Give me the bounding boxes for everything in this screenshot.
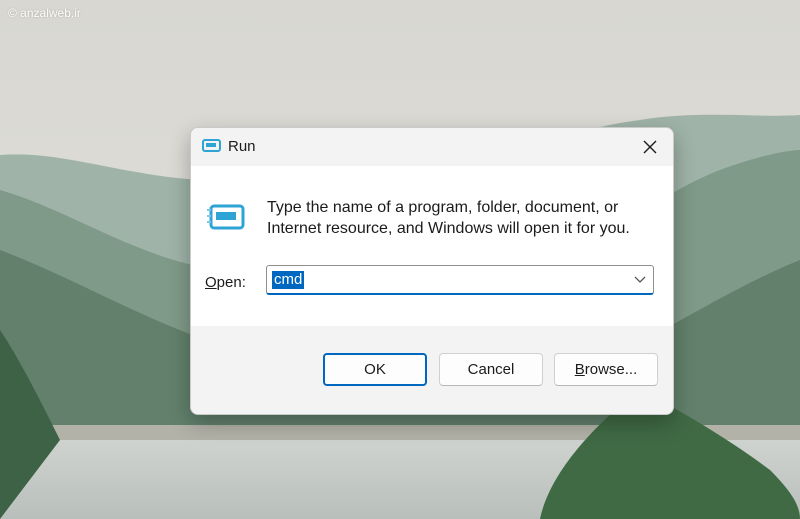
browse-button-label: rowse... xyxy=(584,361,638,378)
cancel-button[interactable]: Cancel xyxy=(439,353,543,386)
open-label-accelerator: O xyxy=(205,274,217,291)
open-input[interactable]: cmd xyxy=(272,271,305,289)
cancel-button-label: Cancel xyxy=(467,361,515,378)
ok-button-label: OK xyxy=(364,361,386,378)
chevron-down-icon[interactable] xyxy=(633,272,647,286)
dialog-title: Run xyxy=(228,138,256,155)
run-dialog: Run Type the name of a program, folder, … xyxy=(190,127,674,415)
open-label-text: pen: xyxy=(216,274,246,291)
close-button[interactable] xyxy=(635,132,665,162)
watermark: © anzalweb.ir xyxy=(8,6,81,20)
open-label: Open: xyxy=(205,274,246,291)
close-icon xyxy=(643,140,657,154)
dialog-body: Type the name of a program, folder, docu… xyxy=(191,166,673,326)
run-icon xyxy=(202,139,221,152)
browse-button-accelerator: B xyxy=(574,361,585,378)
button-bar: OK Cancel Browse... xyxy=(191,326,673,414)
browse-button[interactable]: Browse... xyxy=(554,353,658,386)
description-text: Type the name of a program, folder, docu… xyxy=(267,199,630,237)
title-bar[interactable]: Run xyxy=(191,128,673,166)
run-icon xyxy=(207,204,245,230)
open-combobox[interactable]: cmd xyxy=(266,265,654,295)
ok-button[interactable]: OK xyxy=(323,353,427,386)
